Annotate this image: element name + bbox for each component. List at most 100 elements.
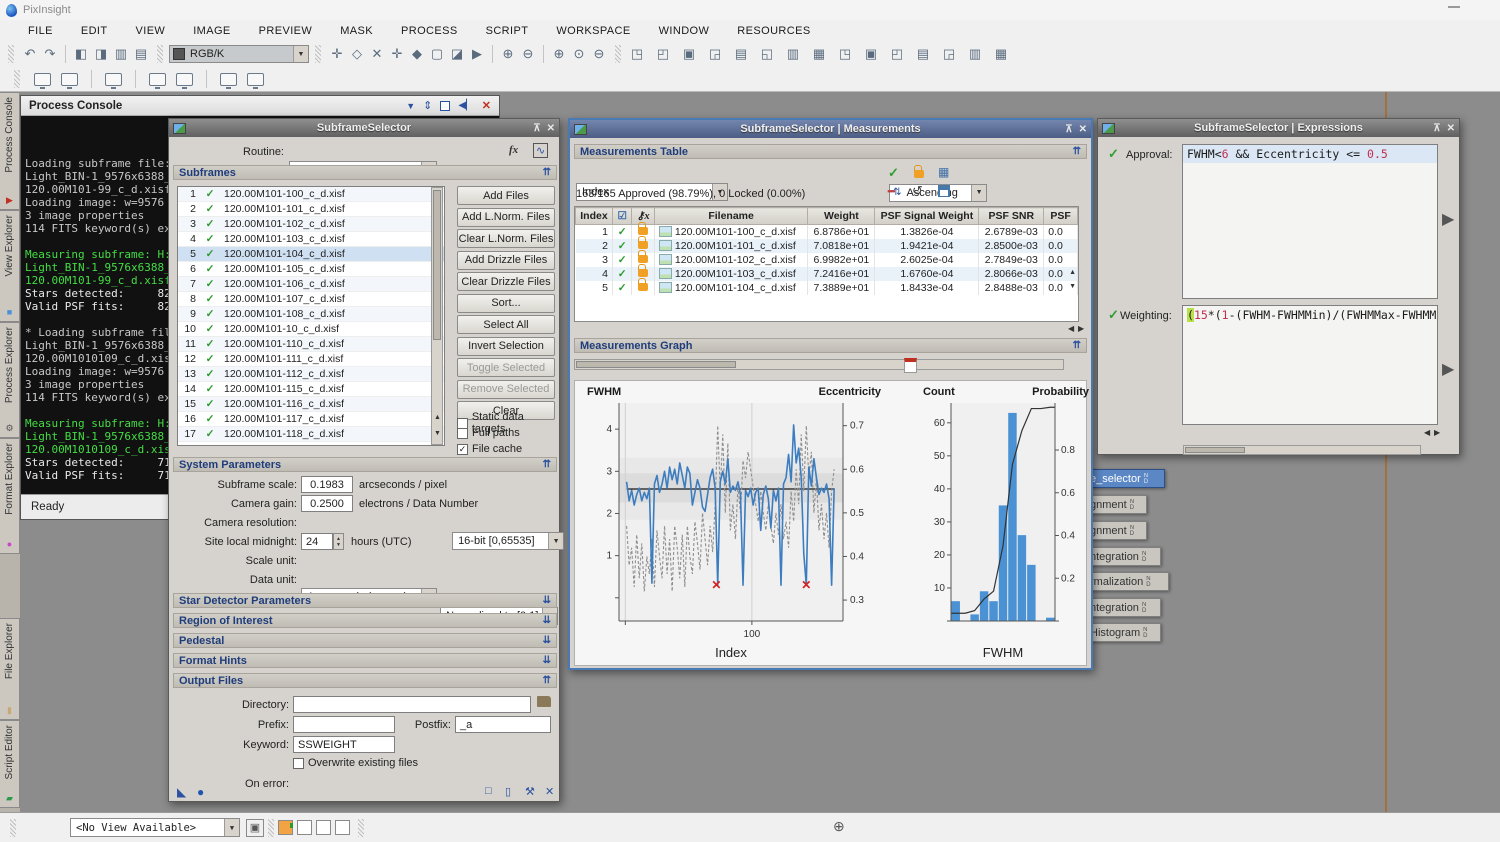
toolbar-icon[interactable]: ◇ xyxy=(347,44,367,64)
subframes-action-button[interactable]: Invert Selection xyxy=(457,337,555,356)
collapse-icon[interactable]: ⇈ xyxy=(543,675,551,686)
toolbar-icon[interactable]: ◰ xyxy=(887,44,907,64)
float-icon[interactable] xyxy=(440,101,450,111)
scrollbar-thumb[interactable] xyxy=(1185,447,1245,453)
window-icon[interactable] xyxy=(247,73,264,86)
check-icon[interactable]: ✓ xyxy=(200,188,220,200)
process-desktop-icon[interactable]: e_selector ND xyxy=(1085,469,1165,488)
sidebar-tab-format-explorer[interactable]: Format Explorer ● xyxy=(0,438,20,554)
subframe-row[interactable]: 7 ✓ 120.00M101-106_c_d.xisf xyxy=(178,277,444,292)
subframes-action-button[interactable]: Select All xyxy=(457,315,555,334)
section-output-files[interactable]: Output Files ⇈ xyxy=(173,673,557,688)
menu-item[interactable]: PREVIEW xyxy=(245,22,327,40)
col-psf-snr[interactable]: PSF SNR xyxy=(979,208,1044,225)
check-icon[interactable]: ✓ xyxy=(200,308,220,320)
approved-check-icon[interactable]: ✓ xyxy=(612,239,631,253)
scroll-up-icon[interactable]: ▲ xyxy=(1069,269,1076,276)
toolbar-icon[interactable]: ◳ xyxy=(835,44,855,64)
prefix-input[interactable] xyxy=(293,716,395,733)
measurement-row[interactable]: 3 ✓ 120.00M101-102_c_d.xisf 6.9982e+01 2… xyxy=(576,253,1078,267)
camera-gain-input[interactable]: 0.2500 xyxy=(301,495,353,512)
sidebar-tab-view-explorer[interactable]: View Explorer ■ xyxy=(0,210,20,322)
toolbar-grip[interactable] xyxy=(315,45,321,63)
workspace-button-2[interactable] xyxy=(297,820,312,835)
apply-global-icon[interactable]: ● xyxy=(197,785,204,799)
checkbox[interactable] xyxy=(293,758,304,769)
subframe-row[interactable]: 6 ✓ 120.00M101-105_c_d.xisf xyxy=(178,262,444,277)
expand-icon[interactable]: ⇊ xyxy=(543,595,551,606)
measurement-row[interactable]: 2 ✓ 120.00M101-101_c_d.xisf 7.0818e+01 1… xyxy=(576,239,1078,253)
section-system-parameters[interactable]: System Parameters ⇈ xyxy=(173,457,557,472)
toolbar-icon[interactable]: ▥ xyxy=(965,44,985,64)
toolbar-icon[interactable]: ↷ xyxy=(40,44,60,64)
checkbox[interactable]: ✓ xyxy=(457,444,468,455)
subframes-scrollbar[interactable]: ▲ ▼ xyxy=(431,187,443,445)
subframe-row[interactable]: 17 ✓ 120.00M101-118_c_d.xisf xyxy=(178,427,444,442)
reset-icon[interactable]: ✕ xyxy=(545,785,554,798)
expressions-titlebar[interactable]: SubframeSelector | Expressions ⊼ ✕ xyxy=(1098,119,1459,137)
workspace-button-1[interactable] xyxy=(278,820,293,835)
toolbar-icon[interactable]: ▦ xyxy=(809,44,829,64)
dock-menu-icon[interactable]: ▼ xyxy=(406,101,415,111)
section-format-hints[interactable]: Format Hints ⇊ xyxy=(173,653,557,668)
approve-icon[interactable]: ✓ xyxy=(888,165,899,181)
window-icon[interactable] xyxy=(61,73,78,86)
toolbar-icon[interactable]: ◪ xyxy=(447,44,467,64)
new-window-icon[interactable] xyxy=(34,73,51,86)
toolbar-icon[interactable]: ◧ xyxy=(71,44,91,64)
subframe-row[interactable]: 10 ✓ 120.00M101-10_c_d.xisf xyxy=(178,322,444,337)
toolbar-icon[interactable]: ◱ xyxy=(757,44,777,64)
subframes-action-button[interactable]: Sort... xyxy=(457,294,555,313)
subframe-row[interactable]: 12 ✓ 120.00M101-111_c_d.xisf xyxy=(178,352,444,367)
subframe-row[interactable]: 9 ✓ 120.00M101-108_c_d.xisf xyxy=(178,307,444,322)
section-star-detector[interactable]: Star Detector Parameters ⇊ xyxy=(173,593,557,608)
col-weight[interactable]: Weight xyxy=(808,208,875,225)
workspace-button-4[interactable] xyxy=(335,820,350,835)
scroll-right-icon[interactable]: ▶ xyxy=(1434,428,1440,437)
menu-item[interactable]: SCRIPT xyxy=(472,22,543,40)
table-hscrollbar[interactable] xyxy=(574,359,1064,370)
check-icon[interactable]: ✓ xyxy=(200,338,220,350)
toolbar-grip[interactable] xyxy=(358,819,364,837)
unapprove-icon[interactable]: ━ xyxy=(888,185,895,198)
menu-item[interactable]: IMAGE xyxy=(179,22,244,40)
section-region-of-interest[interactable]: Region of Interest ⇊ xyxy=(173,613,557,628)
window-icon[interactable] xyxy=(105,73,122,86)
section-subframes[interactable]: Subframes ⇈ xyxy=(173,165,557,180)
scroll-down-icon[interactable]: ▼ xyxy=(1069,283,1076,290)
toolbar-icon[interactable]: ▦ xyxy=(991,44,1011,64)
shade-icon[interactable]: ⊼ xyxy=(1065,124,1072,135)
sidebar-tab-script-editor[interactable]: Script Editor ▰ xyxy=(0,720,20,808)
collapse-icon[interactable]: ⇈ xyxy=(1073,340,1081,351)
check-icon[interactable]: ✓ xyxy=(200,203,220,215)
sidebar-tab-file-explorer[interactable]: File Explorer ▮ xyxy=(0,618,20,720)
toolbar-icon[interactable]: ✛ xyxy=(387,44,407,64)
resize-icon[interactable]: ⇕ xyxy=(423,99,432,112)
unlocked-icon[interactable] xyxy=(632,281,655,295)
expand-icon[interactable]: ⇊ xyxy=(543,655,551,666)
toolbar-icon[interactable]: ◨ xyxy=(91,44,111,64)
menu-item[interactable]: FILE xyxy=(14,22,67,40)
toolbar-icon[interactable]: ▤ xyxy=(131,44,151,64)
menu-item[interactable]: VIEW xyxy=(122,22,180,40)
zoom-icon[interactable]: ⊕ xyxy=(498,44,518,64)
apply-weighting-icon[interactable]: ▶ xyxy=(1442,359,1454,379)
toolbar-grip[interactable] xyxy=(615,45,621,63)
toolbar-icon[interactable]: ✛ xyxy=(327,44,347,64)
check-icon[interactable]: ✓ xyxy=(200,383,220,395)
toolbar-icon[interactable]: ◰ xyxy=(653,44,673,64)
expression-hscrollbar[interactable] xyxy=(1183,445,1421,455)
scrollbar-thumb[interactable] xyxy=(576,361,736,368)
edit-preferences-icon[interactable]: ⚒ xyxy=(525,785,535,798)
scrollbar-thumb[interactable] xyxy=(433,190,441,340)
subframe-row[interactable]: 14 ✓ 120.00M101-115_c_d.xisf xyxy=(178,382,444,397)
directory-input[interactable] xyxy=(293,696,531,713)
reset-measurements-icon[interactable]: ↺ xyxy=(912,183,923,199)
process-desktop-icon[interactable]: ntegration ND xyxy=(1085,598,1161,617)
toolbar-icon[interactable]: ▥ xyxy=(111,44,131,64)
app-minimize-button[interactable] xyxy=(1448,6,1460,8)
check-icon[interactable]: ✓ xyxy=(200,233,220,245)
collapse-icon[interactable]: ⇈ xyxy=(543,167,551,178)
close-icon[interactable]: ✕ xyxy=(1447,123,1455,134)
menu-item[interactable]: EDIT xyxy=(67,22,122,40)
